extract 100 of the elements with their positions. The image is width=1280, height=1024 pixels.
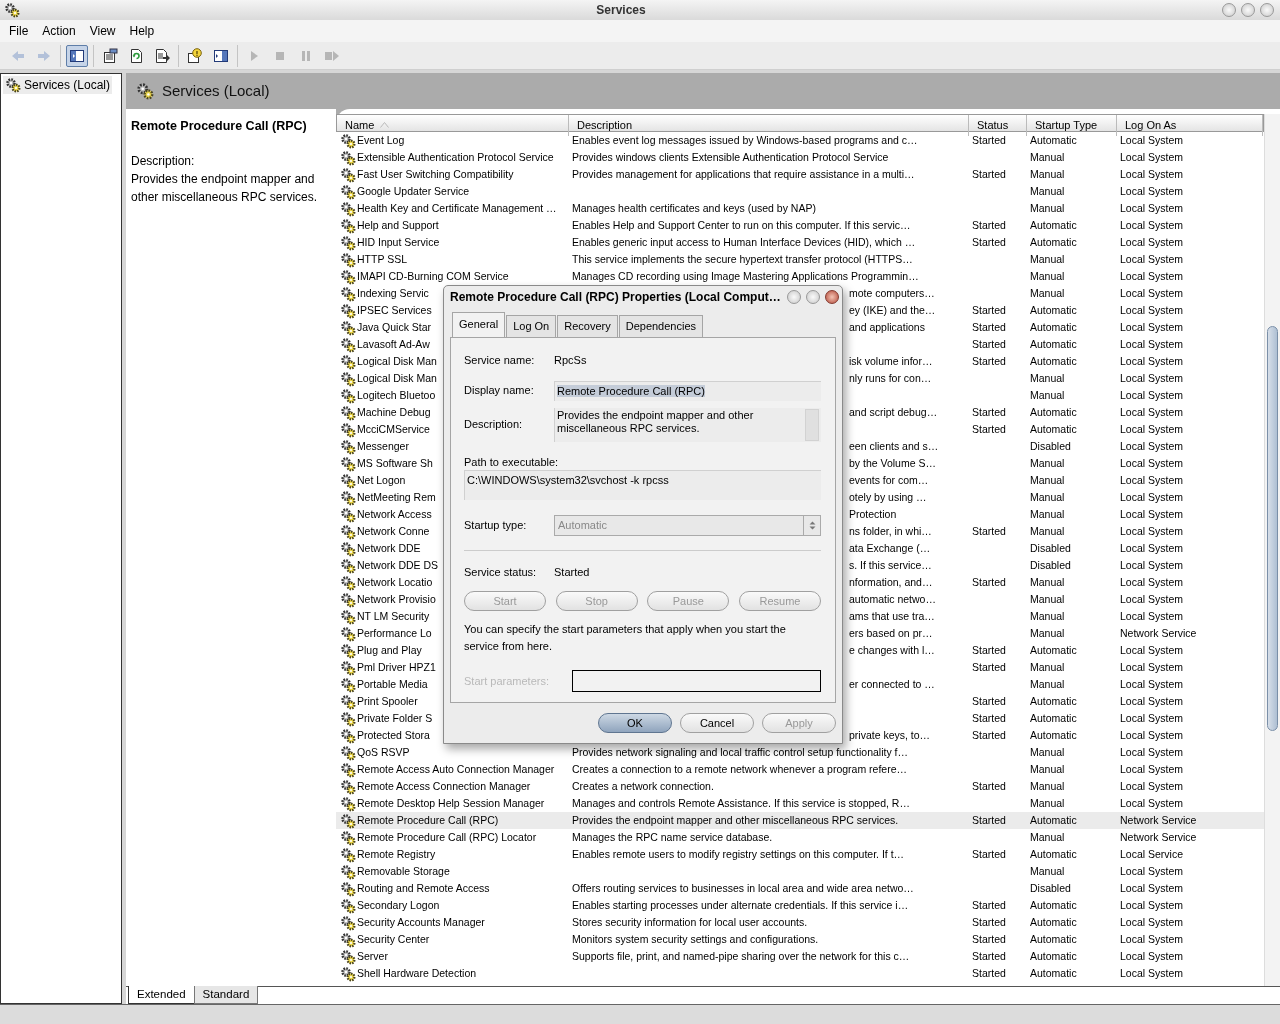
startup-type: Automatic [1030,353,1077,369]
service-name: Remote Access Auto Connection Manager [357,761,555,777]
gears-icon [340,608,356,625]
log-on-as: Local System [1120,421,1184,437]
gears-icon [340,234,356,251]
menu-item[interactable]: Action [35,20,83,42]
service-name: Routing and Remote Access [357,880,490,896]
log-on-as: Local System [1120,659,1184,675]
service-name: HID Input Service [357,234,440,250]
service-status: Started [972,897,1006,913]
service-name: Protected Stora [357,727,430,743]
service-description: private keys, to… [849,727,931,743]
gears-icon [340,710,356,727]
startup-type: Manual [1030,455,1065,471]
gears-icon [340,727,356,744]
service-name: Removable Storage [357,863,450,879]
service-description: nly runs for con… [849,370,932,386]
minimize-button[interactable] [1222,3,1236,17]
log-on-as: Local System [1120,880,1184,896]
service-name: Remote Procedure Call (RPC) [357,812,499,828]
startup-type: Automatic [1030,710,1077,726]
scrollbar[interactable] [1264,114,1280,986]
dialog-button[interactable]: OK [598,713,672,733]
log-on-as: Local System [1120,744,1184,760]
gears-icon [340,166,356,183]
service-name: Remote Desktop Help Session Manager [357,795,545,811]
log-on-as: Local System [1120,319,1184,335]
menu-item[interactable]: Help [122,20,162,42]
selected-row[interactable]: Remote Procedure Call (RPC) Provides the endpoint mapper and other miscellaneous RPC services. Started Automatic Network Service [336,812,1264,829]
description-field[interactable]: Provides the endpoint mapper and other miscellaneous RPC services. [554,407,821,442]
close-button[interactable] [824,290,839,304]
gears-icon [340,829,356,846]
startup-type: Disabled [1030,540,1071,556]
dialog-tab[interactable]: Recovery [557,315,618,337]
column-header[interactable]: Description [569,115,969,136]
service-description: s. If this service… [849,557,932,573]
startup-type: Manual [1030,778,1065,794]
log-on-as: Local System [1120,914,1184,930]
service-description: e changes with l… [849,642,935,658]
startup-type: Manual [1030,761,1065,777]
dialog-tab[interactable]: General [452,312,506,337]
service-status: Started [972,846,1006,862]
log-on-as: Local System [1120,795,1184,811]
startup-type: Automatic [1030,336,1077,352]
close-button[interactable] [1260,3,1274,17]
service-status: Started [972,965,1006,981]
field-label: Service status: [464,564,538,580]
service-status: Started [972,302,1006,318]
log-on-as: Local System [1120,183,1184,199]
gears-icon [340,931,356,948]
service-description: Manages health certificates and keys (used by NAP) [572,200,816,216]
service-name: Plug and Play [357,642,422,658]
service-name: Private Folder S [357,710,433,726]
gears-icon [340,149,356,166]
log-on-as: Local System [1120,608,1184,624]
column-header[interactable]: Log On As [1117,115,1263,136]
service-description: events for com… [849,472,929,488]
display-name-field[interactable]: Remote Procedure Call (RPC) [554,380,821,401]
maximize-button[interactable] [805,290,820,304]
service-name-value: RpcSs [554,353,587,369]
service-name: NetMeeting Rem [357,489,436,505]
service-description: and applications [849,319,925,335]
log-on-as: Local System [1120,761,1184,777]
gears-icon [340,268,356,285]
menu-item[interactable]: View [82,20,123,42]
service-status: Started [972,693,1006,709]
service-name: Logitech Bluetoo [357,387,436,403]
log-on-as: Local System [1120,676,1184,692]
gears-icon [340,812,356,829]
column-header[interactable]: Status [969,115,1027,136]
maximize-button[interactable] [1241,3,1255,17]
service-status: Started [972,217,1006,233]
gears-icon [340,217,356,234]
minimize-button[interactable] [786,290,801,304]
menu-item[interactable]: File [2,20,36,42]
service-description: This service implements the secure hypertext transfer protocol (HTTPS… [572,251,913,267]
service-description: Monitors system security settings and configurations. [572,931,819,947]
tree-item[interactable]: Services (Local) [3,76,113,94]
startup-type: Manual [1030,472,1065,488]
dialog-tab[interactable]: Dependencies [618,315,704,337]
gears-icon [340,506,356,523]
dialog-button[interactable]: Cancel [680,713,754,733]
service-status: Started [972,523,1006,539]
log-on-as: Local System [1120,251,1184,267]
service-description: ey (IKE) and the… [849,302,936,318]
service-description: Enables Help and Support Center to run on this computer. If this servic… [572,217,911,233]
service-status: Started [972,336,1006,352]
log-on-as: Network Service [1120,625,1197,641]
startup-type: Automatic [1030,727,1077,743]
dialog-tab[interactable]: Log On [506,315,557,337]
service-name: Performance Lo [357,625,432,641]
service-name: NT LM Security [357,608,430,624]
startup-type: Automatic [1030,897,1077,913]
startup-type: Automatic [1030,302,1077,318]
service-description: Provides windows clients Extensible Authentication Protocol Service [572,149,889,165]
column-header[interactable]: Startup Type [1027,115,1117,136]
service-name: IPSEC Services [357,302,432,318]
log-on-as: Local System [1120,710,1184,726]
service-description: Creates a network connection. [572,778,714,794]
log-on-as: Local System [1120,234,1184,250]
